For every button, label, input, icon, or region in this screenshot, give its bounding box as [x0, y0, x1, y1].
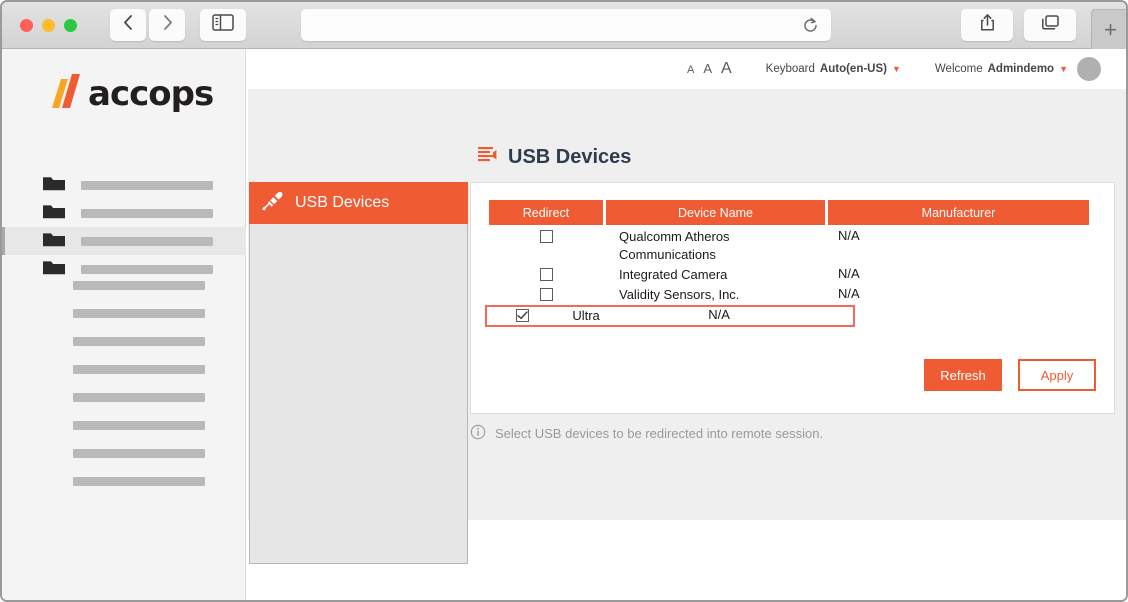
redirect-checkbox-cell[interactable]	[489, 307, 556, 322]
tab-overview-icon	[1041, 14, 1060, 37]
reload-icon[interactable]	[802, 17, 819, 34]
module-area: A A A Keyboard Auto(en-US) ▼ Welcome Adm…	[247, 49, 1126, 600]
sidebar-folder-item-4[interactable]	[2, 255, 246, 283]
usb-devices-card: Redirect Device Name Manufacturer Qualco…	[470, 182, 1115, 414]
checkbox-unchecked-icon[interactable]	[539, 288, 553, 301]
redirect-checkbox-cell[interactable]	[489, 286, 603, 301]
font-size-large-button[interactable]: A	[721, 60, 732, 78]
caret-down-icon: ▼	[891, 64, 901, 74]
content-shell: USB Devices USB Devices Redirect Device …	[248, 89, 1126, 564]
checkbox-checked-icon[interactable]	[516, 309, 530, 322]
logo-text: accops	[88, 73, 214, 114]
welcome-label: Welcome	[934, 63, 983, 75]
page-title-text: USB Devices	[508, 146, 632, 168]
sidebar-folder-item-1[interactable]	[2, 171, 246, 199]
column-header-device-name: Device Name	[606, 200, 825, 225]
font-size-small-button[interactable]: A	[687, 64, 694, 76]
card-actions: Refresh Apply	[924, 359, 1096, 391]
checkbox-unchecked-icon[interactable]	[539, 268, 553, 281]
zoom-window-button[interactable]	[64, 19, 77, 32]
welcome-user: Admindemo	[987, 63, 1055, 75]
folder-icon	[42, 202, 66, 225]
sidebar-item-placeholder	[81, 180, 213, 190]
list-lines-icon	[477, 145, 497, 170]
keyboard-value: Auto(en-US)	[819, 63, 887, 75]
font-size-medium-button[interactable]: A	[703, 61, 712, 76]
user-menu[interactable]: Welcome Admindemo ▼	[935, 63, 1068, 75]
sidebar-item-placeholder	[81, 264, 213, 274]
browser-toolbar	[2, 2, 1126, 49]
apply-button[interactable]: Apply	[1018, 359, 1096, 391]
folder-icon	[42, 230, 66, 253]
keyboard-selector[interactable]: Keyboard Auto(en-US) ▼	[766, 63, 901, 75]
sidebar-placeholder-bar	[73, 281, 205, 290]
sidebar-toggle-button[interactable]	[200, 9, 246, 41]
sidebar-toggle-icon	[212, 14, 234, 36]
table-row[interactable]: Integrated Camera N/A	[489, 266, 1089, 284]
avatar[interactable]	[1077, 57, 1101, 81]
manufacturer-cell: N/A	[838, 286, 860, 301]
table-row[interactable]: Validity Sensors, Inc. N/A	[489, 286, 1089, 304]
sidebar-folder-item-2[interactable]	[2, 199, 246, 227]
left-pane	[249, 224, 468, 564]
browser-window: + accops A A A Keyboard Auto(en-US) ▼ We…	[0, 0, 1128, 602]
tab-overview-button[interactable]	[1024, 9, 1076, 41]
share-button[interactable]	[961, 9, 1013, 41]
keyboard-label: Keyboard	[765, 63, 815, 75]
sidebar-placeholder-bar	[73, 309, 205, 318]
redirect-checkbox-cell[interactable]	[489, 266, 603, 281]
device-name-cell: Validity Sensors, Inc.	[619, 287, 740, 302]
chevron-left-icon	[122, 14, 135, 36]
left-tab-label: USB Devices	[295, 194, 390, 211]
left-tab-usb-devices[interactable]: USB Devices	[249, 182, 468, 224]
column-header-redirect: Redirect	[489, 200, 603, 225]
close-window-button[interactable]	[20, 19, 33, 32]
info-circle-icon	[470, 424, 486, 443]
traffic-lights	[20, 19, 77, 32]
sidebar-placeholder-bar	[73, 393, 205, 402]
app-sidebar: accops	[2, 49, 246, 600]
folder-icon	[42, 258, 66, 281]
device-name-cell: Integrated Camera	[619, 267, 728, 282]
manufacturer-cell: N/A	[708, 307, 730, 322]
forward-button[interactable]	[149, 9, 185, 41]
page-title: USB Devices	[477, 145, 631, 170]
checkbox-unchecked-icon[interactable]	[539, 230, 553, 243]
sidebar-placeholder-bar	[73, 337, 205, 346]
minimize-window-button[interactable]	[42, 19, 55, 32]
sidebar-folder-item-3[interactable]	[2, 227, 246, 255]
sidebar-placeholder-bar	[73, 421, 205, 430]
refresh-button[interactable]: Refresh	[924, 359, 1002, 391]
app-topbar: A A A Keyboard Auto(en-US) ▼ Welcome Adm…	[247, 49, 1126, 89]
device-name-cell: Ultra	[572, 308, 600, 323]
device-name-cell: Qualcomm Atheros Communications	[619, 229, 730, 262]
sidebar-placeholder-bar	[73, 477, 205, 486]
folder-icon	[42, 174, 66, 197]
sidebar-placeholder-bar	[73, 449, 205, 458]
manufacturer-cell: N/A	[838, 266, 860, 281]
chevron-right-icon	[161, 14, 174, 36]
new-tab-button[interactable]: +	[1091, 9, 1126, 49]
caret-down-icon: ▼	[1059, 64, 1068, 74]
column-header-manufacturer: Manufacturer	[828, 200, 1089, 225]
redirect-checkbox-cell[interactable]	[489, 228, 603, 243]
address-bar[interactable]	[301, 9, 831, 41]
table-header: Redirect Device Name Manufacturer	[489, 200, 1089, 225]
table-body: Qualcomm Atheros Communications N/A Inte…	[485, 228, 1089, 327]
table-row[interactable]: Ultra N/A	[485, 305, 855, 327]
logo-slash-icon	[50, 71, 86, 116]
manufacturer-cell: N/A	[838, 228, 860, 243]
back-button[interactable]	[110, 9, 146, 41]
sidebar-placeholder-bar	[73, 365, 205, 374]
accops-logo: accops	[50, 71, 214, 116]
page-content: accops A A A Keyboard Auto(en-US) ▼ Welc…	[2, 49, 1126, 600]
font-size-controls: A A A	[687, 60, 732, 78]
share-icon	[979, 13, 996, 37]
info-bar: Select USB devices to be redirected into…	[470, 417, 1115, 449]
sidebar-item-placeholder	[81, 208, 213, 218]
info-text: Select USB devices to be redirected into…	[495, 425, 824, 441]
usb-plug-icon	[262, 191, 284, 216]
sidebar-item-placeholder	[81, 236, 213, 246]
table-row[interactable]: Qualcomm Atheros Communications N/A	[489, 228, 1089, 264]
